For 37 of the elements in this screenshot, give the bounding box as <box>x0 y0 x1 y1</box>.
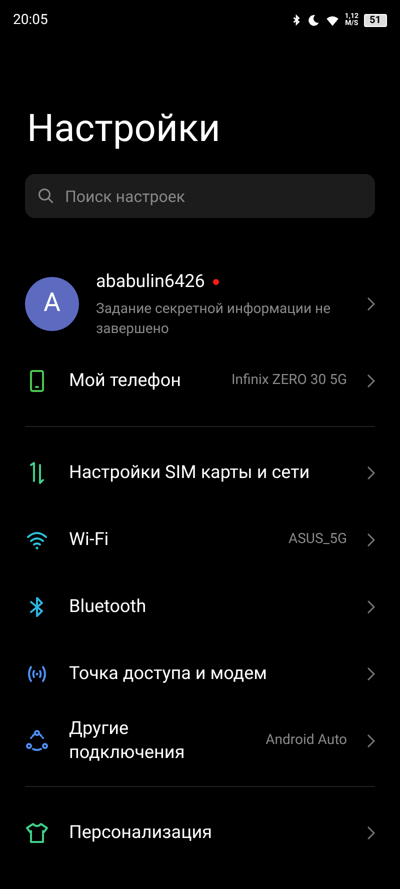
moon-icon <box>306 14 320 26</box>
page-title: Настройки <box>27 106 222 152</box>
settings-item[interactable]: Персонализация <box>25 799 375 866</box>
settings-item[interactable]: Точка доступа и модем <box>25 640 375 707</box>
settings-item[interactable]: Bluetooth <box>25 573 375 640</box>
settings-item[interactable]: Настройки SIM карты и сети <box>25 439 375 506</box>
item-label: Другие подключения <box>69 716 186 764</box>
settings-item[interactable]: Wi-Fi ASUS_5G <box>25 506 375 573</box>
status-time: 20:05 <box>13 10 48 30</box>
item-label: Точка доступа и модем <box>69 662 268 686</box>
item-value: Infinix ZERO 30 5G <box>231 371 347 390</box>
item-label: Wi-Fi <box>69 528 110 552</box>
item-label: Настройки SIM карты и сети <box>69 460 311 484</box>
search-field[interactable]: Поиск настроек <box>25 174 375 218</box>
chevron-icon <box>367 826 375 840</box>
search-icon <box>37 187 55 205</box>
avatar: A <box>25 276 79 330</box>
account-name: ababulin6426 <box>96 270 205 294</box>
item-label: Мой телефон <box>69 368 182 392</box>
chevron-icon <box>367 532 375 546</box>
chevron-icon <box>367 666 375 680</box>
item-value: ASUS_5G <box>288 530 347 549</box>
item-label: Персонализация <box>69 820 214 844</box>
chevron-icon <box>367 296 375 310</box>
chevron-icon <box>367 374 375 388</box>
settings-item[interactable]: Другие подключения Android Auto <box>25 707 375 774</box>
settings-item[interactable]: Мой телефон Infinix ZERO 30 5G <box>25 347 375 414</box>
battery-indicator: 51 <box>364 14 387 26</box>
item-label: Bluetooth <box>69 594 148 618</box>
account-row[interactable]: A ababulin6426 Задание секретной информации не завершено <box>0 268 400 339</box>
account-subtitle: Задание секретной информации не завершено <box>96 300 332 339</box>
item-value: Android Auto <box>266 731 347 750</box>
chevron-icon <box>367 466 375 480</box>
bluetooth-icon <box>290 13 302 27</box>
chevron-icon <box>367 600 375 614</box>
chevron-icon <box>367 734 375 748</box>
wifi-icon <box>324 14 340 26</box>
